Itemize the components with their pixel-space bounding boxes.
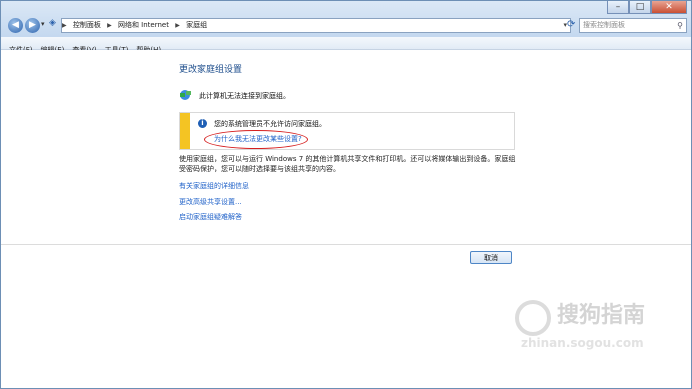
history-dropdown-icon[interactable]: ▾ — [41, 20, 45, 28]
address-bar[interactable]: ▶ 控制面板 ▶ 网络和 Internet ▶ 家庭组 ▾ — [61, 18, 571, 33]
search-icon[interactable]: ⚲ — [677, 19, 683, 32]
search-placeholder: 搜索控制面板 — [583, 21, 625, 29]
homegroup-details-link[interactable]: 有关家庭组的详细信息 — [179, 181, 249, 191]
maximize-button[interactable]: □ — [629, 1, 651, 14]
watermark-url: zhinan.sogou.com — [521, 336, 644, 350]
network-warning-icon — [180, 90, 191, 100]
homegroup-description: 使用家庭组，您可以与运行 Windows 7 的其他计算机共享文件和打印机。还可… — [179, 155, 516, 173]
cancel-button[interactable]: 取消 — [470, 251, 512, 264]
back-arrow-icon[interactable]: ◀ — [8, 18, 23, 33]
control-panel-icon: ◈ — [49, 18, 56, 28]
warning-stripe — [180, 113, 190, 149]
title-bar: – □ ✕ ◀ ▶ ▾ ◈ ▶ 控制面板 ▶ 网络和 Internet ▶ 家庭… — [1, 1, 691, 37]
refresh-icon[interactable]: ⟳ — [567, 19, 575, 30]
info-text: 您的系统管理员不允许访问家庭组。 — [214, 120, 326, 128]
page-title: 更改家庭组设置 — [179, 65, 243, 75]
divider — [1, 244, 691, 245]
minimize-button[interactable]: – — [607, 1, 629, 14]
breadcrumb-chevron-icon: ▶ — [107, 22, 112, 29]
breadcrumb-chevron-icon: ▶ — [175, 22, 180, 29]
advanced-sharing-link[interactable]: 更改高级共享设置... — [179, 197, 242, 207]
breadcrumb-item[interactable]: 家庭组 — [186, 19, 207, 32]
menu-bar: 文件(F)编辑(E)查看(V)工具(T)帮助(H) — [1, 37, 691, 54]
watermark-text: 搜狗指南 — [557, 303, 646, 328]
breadcrumb-item[interactable]: 网络和 Internet — [118, 19, 169, 32]
status-text: 此计算机无法连接到家庭组。 — [199, 92, 290, 100]
breadcrumb-chevron-icon: ▶ — [62, 22, 67, 29]
highlight-oval — [204, 130, 308, 149]
window-controls: – □ ✕ — [607, 1, 687, 14]
troubleshooter-link[interactable]: 启动家庭组疑难解答 — [179, 212, 242, 222]
window: – □ ✕ ◀ ▶ ▾ ◈ ▶ 控制面板 ▶ 网络和 Internet ▶ 家庭… — [0, 0, 692, 389]
search-input[interactable]: 搜索控制面板 ⚲ — [579, 18, 687, 33]
close-button[interactable]: ✕ — [651, 1, 687, 14]
forward-arrow-icon[interactable]: ▶ — [25, 18, 40, 33]
main-content: 更改家庭组设置 此计算机无法连接到家庭组。 i 您的系统管理员不允许访问家庭组。… — [1, 50, 691, 388]
info-icon: i — [198, 119, 207, 128]
watermark-logo-icon — [515, 300, 551, 336]
breadcrumb-item[interactable]: 控制面板 — [73, 19, 101, 32]
